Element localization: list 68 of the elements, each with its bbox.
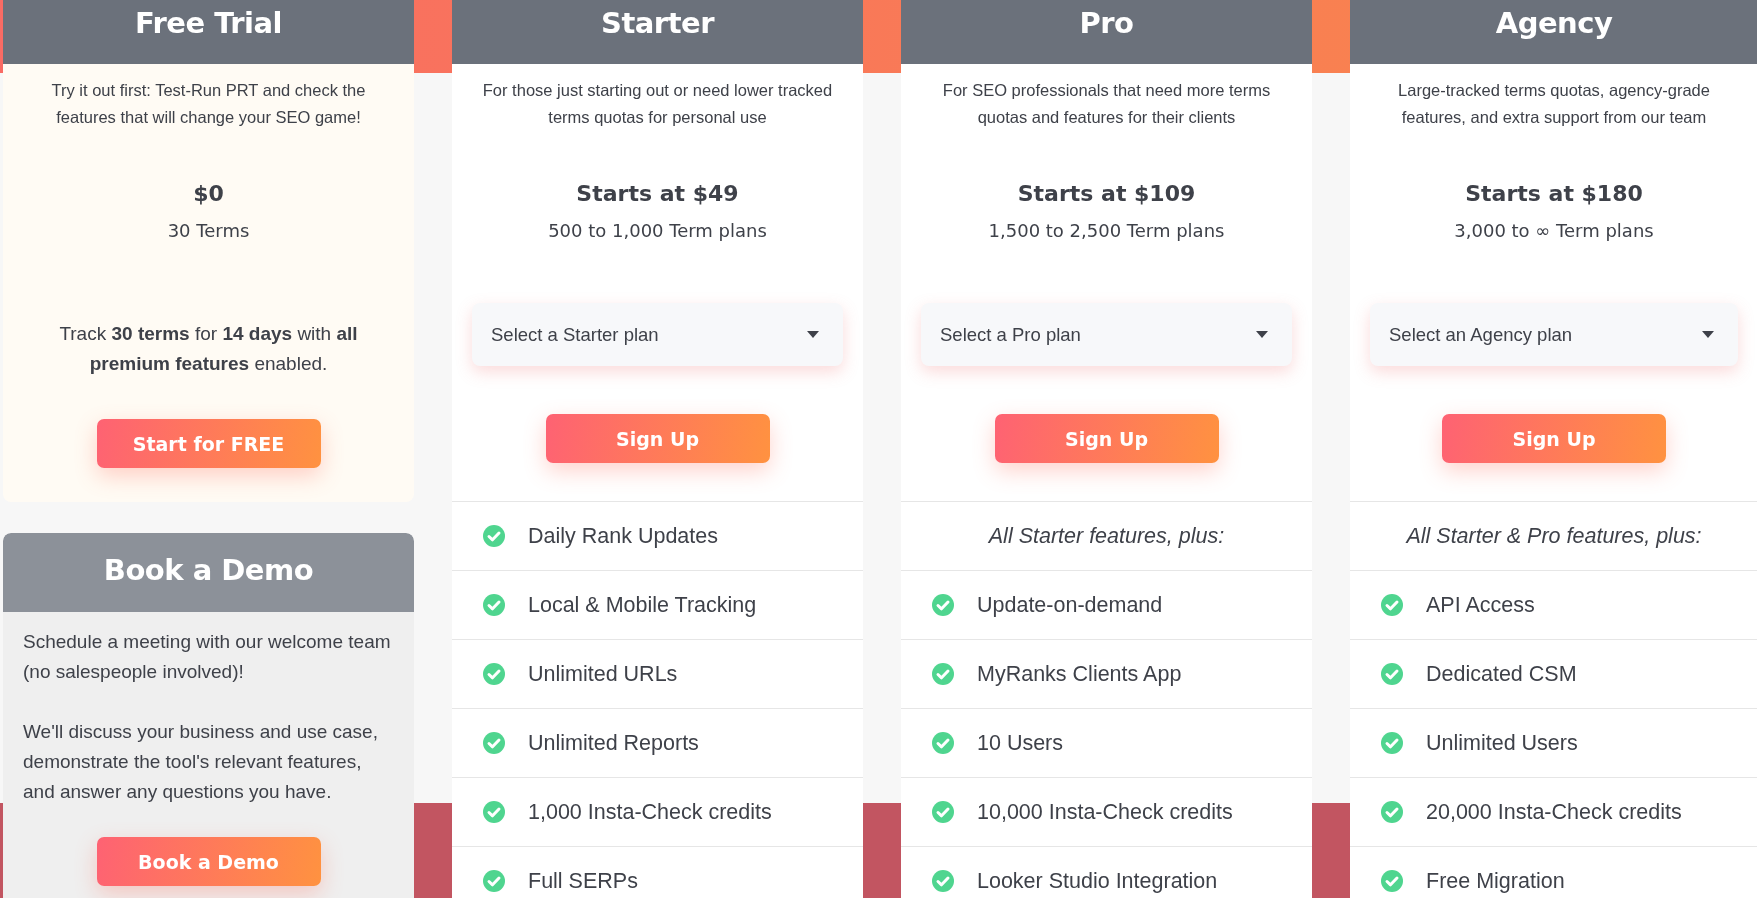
sign-up-button[interactable]: Sign Up <box>994 414 1219 463</box>
select-placeholder: Select a Pro plan <box>940 323 1081 346</box>
plan-select[interactable]: Select an Agency plan <box>1370 303 1738 366</box>
check-icon <box>483 663 505 685</box>
plan-select[interactable]: Select a Pro plan <box>921 303 1292 366</box>
check-icon <box>932 732 954 754</box>
feature-text: 20,000 Insta-Check credits <box>1426 799 1682 825</box>
card-title: Pro <box>901 0 1312 64</box>
feature-text: Unlimited Users <box>1426 730 1578 756</box>
term-range: 3,000 to ∞ Term plans <box>1453 220 1655 241</box>
feature-text: Free Migration <box>1426 868 1565 894</box>
demo-description: Schedule a meeting with our welcome team (no salespeople involved)! <box>22 630 392 684</box>
feature-text: MyRanks Clients App <box>977 661 1182 687</box>
feature-text: 10 Users <box>977 730 1064 756</box>
demo-description: We'll discuss your business and use case, demonstrate the tool's relevant features, and answer any questions you have. <box>22 720 379 804</box>
check-icon <box>932 870 954 892</box>
feature-text: Local & Mobile Tracking <box>528 592 757 618</box>
check-icon <box>932 663 954 685</box>
feature-text: API Access <box>1426 592 1535 618</box>
card-description: For SEO professionals that need more terms quotas and features for their clients <box>941 80 1272 128</box>
plan-select[interactable]: Select a Starter plan <box>472 303 843 366</box>
book-demo-button[interactable]: Book a Demo <box>96 837 321 886</box>
caret-icon <box>1702 331 1714 338</box>
feature-text: Unlimited URLs <box>528 661 678 687</box>
card-title: Book a Demo <box>3 533 414 612</box>
feature-text: Daily Rank Updates <box>528 523 718 549</box>
check-icon <box>483 870 505 892</box>
check-icon <box>1381 732 1403 754</box>
check-icon <box>483 525 505 547</box>
feature-text: 10,000 Insta-Check credits <box>977 799 1233 825</box>
select-placeholder: Select a Starter plan <box>491 323 659 346</box>
sign-up-button[interactable]: Sign Up <box>1442 414 1666 463</box>
check-icon <box>483 594 505 616</box>
check-icon <box>1381 870 1403 892</box>
feature-text: 1,000 Insta-Check credits <box>528 799 772 825</box>
check-icon <box>1381 663 1403 685</box>
check-icon <box>1381 594 1403 616</box>
feature-text: Update-on-demand <box>977 592 1163 618</box>
feature-text: Looker Studio Integration <box>977 868 1218 894</box>
price: Starts at $109 <box>1016 181 1197 206</box>
term-range: 1,500 to 2,500 Term plans <box>987 220 1226 241</box>
check-icon <box>932 594 954 616</box>
card-description: Large-tracked terms quotas, agency-grade features, and extra support from our team <box>1397 80 1711 128</box>
card-title: Free Trial <box>3 0 414 64</box>
check-icon <box>483 732 505 754</box>
check-icon <box>483 801 505 823</box>
price: $0 <box>192 181 225 206</box>
check-icon <box>1381 801 1403 823</box>
check-icon <box>932 801 954 823</box>
card-title: Starter <box>452 0 863 64</box>
features-intro: All Starter & Pro features, plus: <box>1406 523 1702 549</box>
feature-text: Full SERPs <box>528 868 638 894</box>
trial-details: Track 30 terms for 14 days with all premium features enabled. <box>58 322 359 376</box>
caret-icon <box>807 331 819 338</box>
term-count: 30 Terms <box>166 220 251 241</box>
card-description: Try it out first: Test-Run PRT and check the features that will change your SEO game! <box>50 80 367 128</box>
caret-icon <box>1256 331 1268 338</box>
feature-text: Unlimited Reports <box>528 730 699 756</box>
card-description: For those just starting out or need lower tracked terms quotas for personal use <box>481 80 834 128</box>
feature-text: Dedicated CSM <box>1426 661 1577 687</box>
term-range: 500 to 1,000 Term plans <box>547 220 768 241</box>
start-button[interactable]: Start for FREE <box>96 419 321 468</box>
sign-up-button[interactable]: Sign Up <box>545 414 770 463</box>
price: Starts at $180 <box>1464 181 1644 206</box>
price: Starts at $49 <box>575 181 740 206</box>
card-title: Agency <box>1350 0 1757 64</box>
select-placeholder: Select an Agency plan <box>1389 323 1573 346</box>
features-intro: All Starter features, plus: <box>988 523 1225 549</box>
